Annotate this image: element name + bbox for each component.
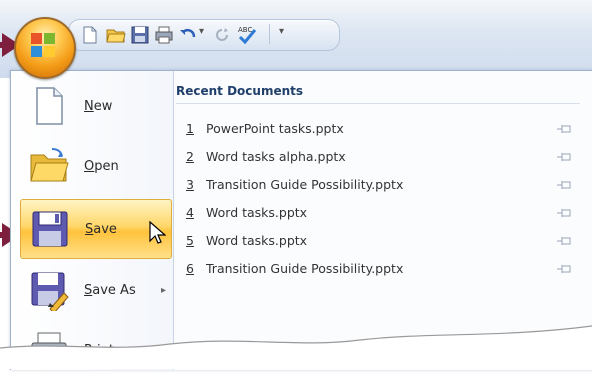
pin-icon[interactable] — [556, 178, 572, 192]
office-logo-icon — [31, 33, 55, 57]
recent-item-number: 1 — [186, 121, 194, 136]
recent-item-number: 2 — [186, 149, 194, 164]
menu-item-new[interactable]: New — [14, 77, 168, 135]
recent-item-name: Word tasks.pptx — [206, 205, 308, 220]
recent-item-name: Transition Guide Possibility.pptx — [206, 177, 404, 192]
pin-icon[interactable] — [556, 122, 572, 136]
recent-item-number: 4 — [186, 205, 194, 220]
pin-icon[interactable] — [556, 234, 572, 248]
print-icon[interactable] — [153, 24, 175, 46]
undo-dropdown-icon[interactable]: ▾ — [199, 26, 204, 37]
recent-document-item[interactable]: 6 Transition Guide Possibility.pptx — [176, 257, 578, 281]
menu-item-save[interactable]: Save — [20, 199, 172, 259]
divider — [176, 103, 580, 104]
recent-item-name: PowerPoint tasks.pptx — [206, 121, 344, 136]
quick-access-toolbar: ▾ ABC ▾ — [68, 19, 340, 51]
save-disk-icon — [32, 211, 68, 247]
recent-document-item[interactable]: 2 Word tasks alpha.pptx — [176, 145, 578, 169]
undo-icon[interactable] — [177, 24, 199, 46]
recent-item-name: Word tasks.pptx — [206, 233, 308, 248]
recent-document-item[interactable]: 4 Word tasks.pptx — [176, 201, 578, 225]
menu-item-label: New — [84, 98, 113, 114]
menu-item-open[interactable]: Open — [14, 137, 168, 195]
recent-item-number: 6 — [186, 261, 194, 276]
office-button[interactable] — [14, 17, 76, 79]
menu-item-label: Save — [85, 221, 117, 237]
recent-document-item[interactable]: 1 PowerPoint tasks.pptx — [176, 117, 578, 141]
pin-icon[interactable] — [556, 262, 572, 276]
save-as-icon — [31, 272, 69, 311]
mouse-cursor-icon — [149, 220, 166, 244]
torn-edge — [0, 325, 592, 369]
customize-qat-icon[interactable]: ▾ — [279, 26, 284, 37]
recent-item-number: 3 — [186, 177, 194, 192]
recent-item-name: Word tasks alpha.pptx — [206, 149, 346, 164]
recent-item-number: 5 — [186, 233, 194, 248]
pin-icon[interactable] — [556, 150, 572, 164]
new-document-icon[interactable] — [79, 24, 101, 46]
spelling-check-icon[interactable]: ABC — [235, 24, 261, 46]
recent-document-item[interactable]: 3 Transition Guide Possibility.pptx — [176, 173, 578, 197]
menu-item-save-as[interactable]: Save As ▸ — [14, 261, 168, 319]
office-menu-screenshot: ▾ ABC ▾ New Open Save Save As ▸ Recent D… — [0, 0, 592, 370]
save-disk-icon[interactable] — [129, 24, 151, 46]
menu-item-label: Open — [84, 158, 119, 174]
qat-separator — [269, 24, 270, 44]
open-folder-icon — [30, 148, 69, 182]
redo-icon — [216, 28, 228, 41]
pin-icon[interactable] — [556, 206, 572, 220]
open-folder-icon[interactable] — [105, 24, 127, 46]
recent-documents-heading: Recent Documents — [176, 84, 304, 98]
recent-item-name: Transition Guide Possibility.pptx — [206, 261, 404, 276]
new-document-icon — [36, 87, 63, 125]
submenu-arrow-icon: ▸ — [160, 284, 166, 296]
recent-document-item[interactable]: 5 Word tasks.pptx — [176, 229, 578, 253]
menu-item-label: Save As — [84, 282, 136, 298]
svg-text:ABC: ABC — [238, 26, 252, 34]
